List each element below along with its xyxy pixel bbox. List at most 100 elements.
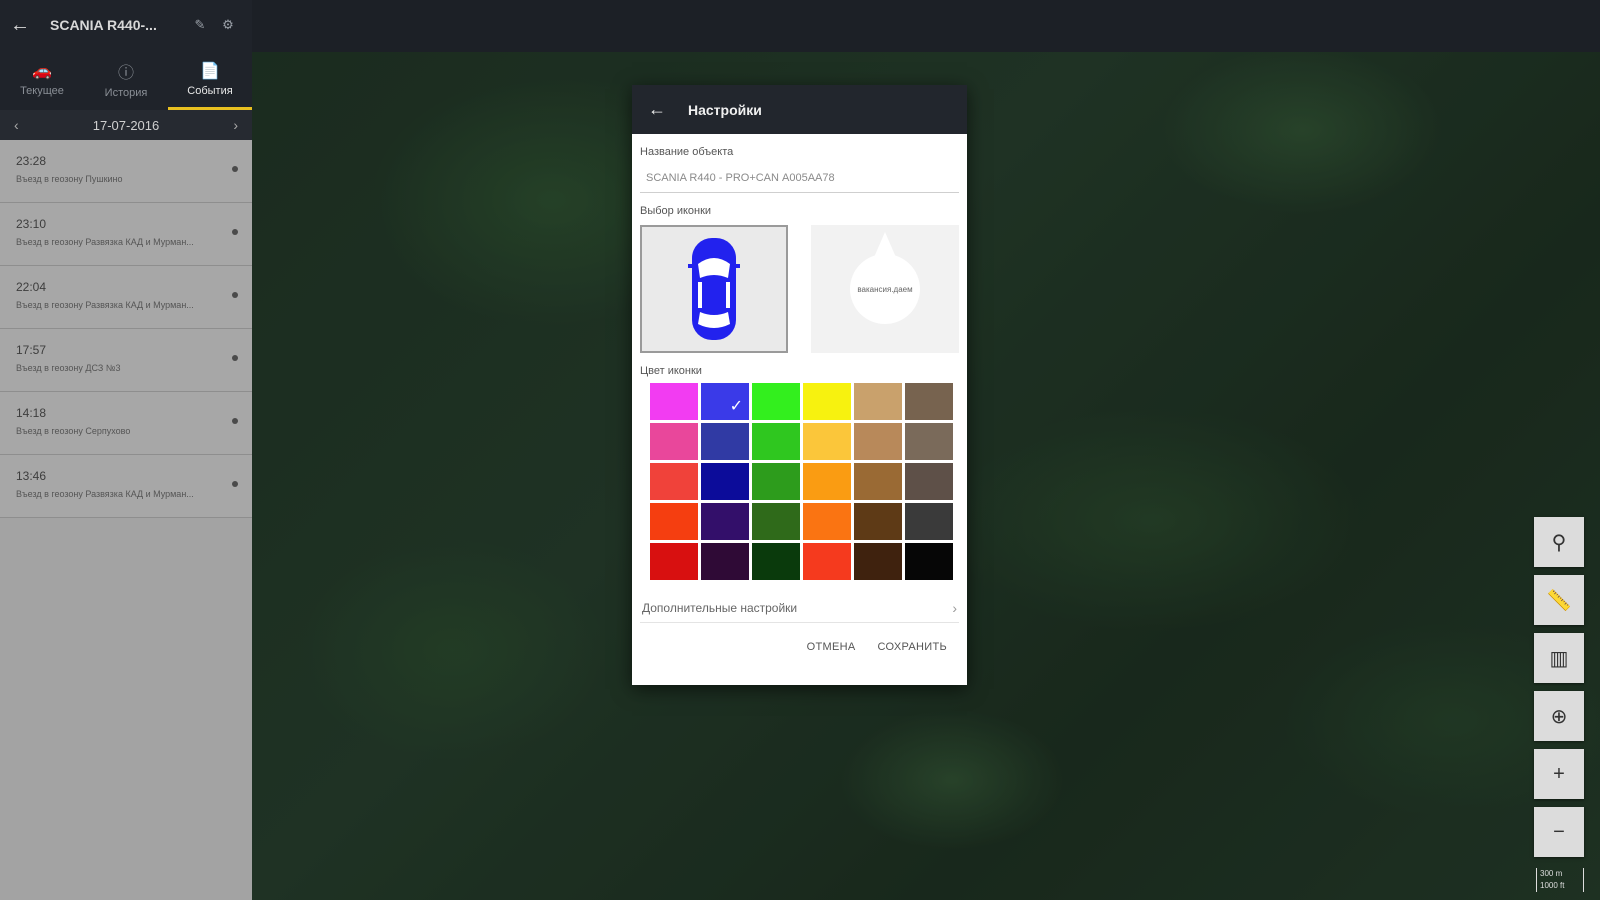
color-swatch[interactable]: [803, 543, 851, 580]
color-swatch[interactable]: ✓: [701, 383, 749, 420]
prev-date-icon[interactable]: ‹: [14, 117, 19, 133]
color-swatch[interactable]: [803, 423, 851, 460]
event-marker-icon: [232, 229, 238, 235]
scale-imperial: 1000 ft: [1540, 881, 1565, 890]
zoom-out-button[interactable]: −: [1534, 807, 1584, 857]
settings-icon[interactable]: ⚙: [214, 17, 242, 33]
color-swatch[interactable]: [650, 543, 698, 580]
color-swatch[interactable]: [854, 503, 902, 540]
dialog-back-icon[interactable]: ←: [648, 99, 666, 120]
map-layers-button[interactable]: ▥: [1534, 633, 1584, 683]
map-top-bar: [252, 0, 1600, 52]
color-swatch[interactable]: [905, 423, 953, 460]
car-top-view-icon: [688, 238, 740, 340]
ruler-icon: 📏: [1546, 589, 1572, 612]
list-item[interactable]: 22:04 Въезд в геозону Развязка КАД и Мур…: [0, 266, 252, 329]
color-swatch[interactable]: [854, 383, 902, 420]
event-description: Въезд в геозону Серпухово: [16, 426, 131, 436]
event-description: Въезд в геозону ДСЗ №3: [16, 363, 121, 373]
locate-button[interactable]: ⊕: [1534, 691, 1584, 741]
settings-dialog: ← Настройки Название объекта Выбор иконк…: [632, 85, 967, 685]
color-swatch[interactable]: [701, 423, 749, 460]
object-name-label: Название объекта: [640, 146, 734, 158]
event-time: 13:46: [16, 469, 47, 483]
dialog-header: ← Настройки: [632, 85, 967, 134]
locate-icon: ⊕: [1550, 705, 1568, 728]
back-arrow-icon[interactable]: ←: [10, 14, 40, 37]
advanced-settings-label: Дополнительные настройки: [642, 601, 798, 615]
document-icon: 📄: [200, 62, 220, 80]
color-swatch[interactable]: [650, 383, 698, 420]
edit-icon[interactable]: ✎: [186, 17, 214, 33]
object-title: SCANIA R440-...: [50, 17, 157, 33]
pin-icon-option[interactable]: вакансия.даем: [811, 225, 959, 353]
zoom-in-button[interactable]: +: [1534, 749, 1584, 799]
tab-label: История: [104, 86, 148, 99]
dialog-title: Настройки: [688, 101, 762, 118]
checkmark-icon: ✓: [729, 398, 743, 415]
event-marker-icon: [232, 355, 238, 361]
tab-history[interactable]: ⓘ История: [84, 50, 168, 110]
color-swatch[interactable]: [701, 543, 749, 580]
map-scale: 300 m 1000 ft: [1536, 868, 1584, 892]
color-swatch[interactable]: [905, 383, 953, 420]
color-swatch[interactable]: [803, 503, 851, 540]
cancel-button[interactable]: ОТМЕНА: [807, 641, 856, 653]
color-swatch[interactable]: [752, 463, 800, 500]
ruler-tool-button[interactable]: 📏: [1534, 575, 1584, 625]
track-icon: ⚲: [1551, 531, 1567, 554]
color-swatch[interactable]: [752, 503, 800, 540]
current-date[interactable]: 17-07-2016: [93, 118, 160, 133]
events-list: 23:28 Въезд в геозону Пушкино 23:10 Въез…: [0, 140, 252, 518]
list-item[interactable]: 14:18 Въезд в геозону Серпухово: [0, 392, 252, 455]
color-swatch[interactable]: [752, 543, 800, 580]
object-name-input[interactable]: [640, 164, 959, 193]
event-marker-icon: [232, 292, 238, 298]
car-icon-option[interactable]: [640, 225, 788, 353]
color-swatch[interactable]: [905, 503, 953, 540]
color-swatch[interactable]: [803, 463, 851, 500]
event-marker-icon: [232, 166, 238, 172]
event-time: 17:57: [16, 343, 47, 357]
event-marker-icon: [232, 418, 238, 424]
icon-choice-label: Выбор иконки: [640, 205, 712, 217]
list-item[interactable]: 13:46 Въезд в геозону Развязка КАД и Мур…: [0, 455, 252, 518]
color-swatch[interactable]: [650, 423, 698, 460]
color-swatch[interactable]: [854, 423, 902, 460]
save-button[interactable]: СОХРАНИТЬ: [877, 641, 947, 653]
clock-icon: ⓘ: [117, 64, 134, 82]
color-swatch[interactable]: [803, 383, 851, 420]
car-icon: 🚗: [32, 62, 52, 80]
event-description: Въезд в геозону Развязка КАД и Мурман...: [16, 300, 194, 310]
next-date-icon[interactable]: ›: [233, 117, 238, 133]
tab-current[interactable]: 🚗 Текущее: [0, 50, 84, 110]
color-swatch[interactable]: [752, 423, 800, 460]
color-swatch[interactable]: [905, 543, 953, 580]
event-description: Въезд в геозону Пушкино: [16, 174, 123, 184]
list-item[interactable]: 17:57 Въезд в геозону ДСЗ №3: [0, 329, 252, 392]
advanced-settings-row[interactable]: Дополнительные настройки ›: [640, 594, 959, 623]
list-item[interactable]: 23:10 Въезд в геозону Развязка КАД и Мур…: [0, 203, 252, 266]
color-swatch[interactable]: [701, 463, 749, 500]
tab-events[interactable]: 📄 События: [168, 50, 252, 110]
color-swatch[interactable]: [650, 503, 698, 540]
color-swatch[interactable]: [650, 463, 698, 500]
list-item[interactable]: 23:28 Въезд в геозону Пушкино: [0, 140, 252, 203]
event-time: 23:10: [16, 217, 47, 231]
color-swatch[interactable]: [701, 503, 749, 540]
color-swatch[interactable]: [854, 543, 902, 580]
tab-label: События: [187, 84, 233, 97]
color-swatch[interactable]: [752, 383, 800, 420]
event-time: 23:28: [16, 154, 47, 168]
color-swatch[interactable]: [905, 463, 953, 500]
color-swatch[interactable]: [854, 463, 902, 500]
plus-icon: +: [1553, 762, 1565, 785]
dialog-actions: ОТМЕНА СОХРАНИТЬ: [640, 623, 959, 653]
event-description: Въезд в геозону Развязка КАД и Мурман...: [16, 489, 194, 499]
color-palette: ✓: [650, 383, 959, 580]
sidebar: ← SCANIA R440-... ✎ ⚙ 🚗 Текущее ⓘ Истори…: [0, 0, 252, 900]
event-time: 14:18: [16, 406, 47, 420]
track-tool-button[interactable]: ⚲: [1534, 517, 1584, 567]
tab-label: Текущее: [20, 84, 64, 97]
object-header: ← SCANIA R440-... ✎ ⚙: [0, 0, 252, 50]
